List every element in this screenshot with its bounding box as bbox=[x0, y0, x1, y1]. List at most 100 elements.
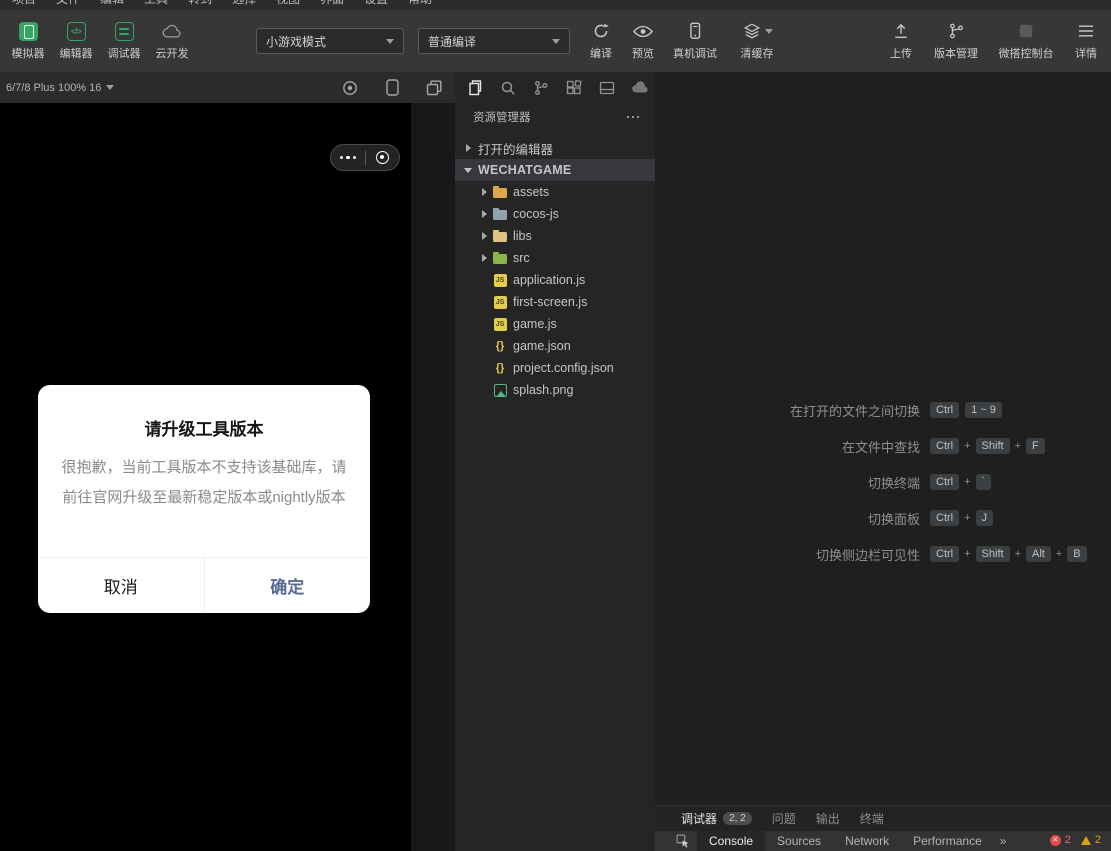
tree-item-game-json[interactable]: game.json bbox=[455, 335, 655, 357]
key-chip: Shift bbox=[975, 438, 1010, 454]
tree-item-cocos-js[interactable]: cocos-js bbox=[455, 203, 655, 225]
devtools-tab-console[interactable]: Console bbox=[697, 831, 766, 851]
cloud-dev-label: 云开发 bbox=[155, 48, 189, 60]
cancel-button[interactable]: 取消 bbox=[38, 558, 205, 613]
chevron-right-icon bbox=[481, 210, 487, 218]
layout-icon[interactable] bbox=[595, 75, 619, 101]
capsule-more-icon[interactable] bbox=[331, 145, 365, 170]
shortcut-row: 切换侧边栏可见性 Ctrl + Shift + Alt + B bbox=[655, 536, 1111, 572]
version-label: 版本管理 bbox=[934, 48, 978, 60]
main-toolbar: 模拟器 编辑器 调试器 云开发 小游戏模式 普通编译 编译 bbox=[0, 10, 1111, 72]
shortcut-label: 切换终端 bbox=[867, 475, 920, 491]
mode-select[interactable]: 小游戏模式 bbox=[256, 28, 404, 54]
menu-item[interactable]: 转到 bbox=[188, 0, 212, 9]
code-icon bbox=[66, 21, 86, 41]
preview-button[interactable]: 预览 bbox=[622, 13, 664, 69]
tree-item-libs[interactable]: libs bbox=[455, 225, 655, 247]
confirm-button[interactable]: 确定 bbox=[205, 558, 371, 613]
menu-item[interactable]: 设置 bbox=[364, 0, 388, 9]
compile-mode-select[interactable]: 普通编译 bbox=[418, 28, 570, 54]
file-tree: 打开的编辑器 WECHATGAME assets cocos-js libs s… bbox=[455, 137, 655, 401]
compile-refresh-icon bbox=[591, 21, 611, 41]
tab-output[interactable]: 输出 bbox=[806, 806, 850, 831]
tree-item-assets[interactable]: assets bbox=[455, 181, 655, 203]
menu-item[interactable]: 界面 bbox=[320, 0, 344, 9]
search-icon[interactable] bbox=[496, 75, 520, 101]
image-file-icon bbox=[493, 383, 507, 397]
files-icon[interactable] bbox=[463, 75, 487, 101]
menu-lines-icon bbox=[1076, 21, 1096, 41]
menu-item[interactable]: 编辑 bbox=[100, 0, 124, 9]
chevron-down-icon bbox=[764, 28, 773, 34]
more-tabs-chevron[interactable]: » bbox=[994, 831, 1013, 851]
error-counter[interactable]: 2 bbox=[1049, 834, 1071, 846]
tree-item-project-config-json[interactable]: project.config.json bbox=[455, 357, 655, 379]
details-button[interactable]: 详情 bbox=[1065, 13, 1107, 69]
key-chip: Ctrl bbox=[930, 510, 960, 526]
source-control-icon[interactable] bbox=[529, 75, 553, 101]
compile-button[interactable]: 编译 bbox=[580, 13, 622, 69]
devtools-tab-performance[interactable]: Performance bbox=[901, 831, 994, 851]
menu-item[interactable]: 选择 bbox=[232, 0, 256, 9]
version-button[interactable]: 版本管理 bbox=[925, 13, 987, 69]
shortcut-label: 切换侧边栏可见性 bbox=[815, 547, 920, 563]
menu-item[interactable]: 帮助 bbox=[408, 0, 432, 9]
key-chip: 1 ~ 9 bbox=[965, 402, 1002, 418]
open-editors-section[interactable]: 打开的编辑器 bbox=[455, 137, 655, 159]
eye-icon bbox=[633, 21, 653, 41]
cloud-dev-button[interactable]: 云开发 bbox=[148, 13, 196, 69]
debugger-button[interactable]: 调试器 bbox=[100, 13, 148, 69]
extensions-icon[interactable] bbox=[562, 75, 586, 101]
menu-item[interactable]: 项目 bbox=[12, 0, 36, 9]
simulator-label: 模拟器 bbox=[11, 48, 45, 60]
tree-item-src[interactable]: src bbox=[455, 247, 655, 269]
shortcut-row: 切换终端 Ctrl + ` bbox=[655, 464, 1111, 500]
inspect-element-icon[interactable] bbox=[669, 831, 697, 851]
more-actions-icon[interactable] bbox=[625, 112, 642, 123]
simulator-button[interactable]: 模拟器 bbox=[4, 13, 52, 69]
key-chip: Ctrl bbox=[930, 474, 960, 490]
windows-icon[interactable] bbox=[425, 79, 443, 97]
simulator-screen[interactable]: 请升级工具版本 很抱歉，当前工具版本不支持该基础库，请前往官网升级至最新稳定版本… bbox=[0, 103, 411, 851]
menu-item[interactable]: 工具 bbox=[144, 0, 168, 9]
devtools-tab-sources[interactable]: Sources bbox=[765, 831, 833, 851]
key-chip: F bbox=[1026, 438, 1045, 454]
record-icon[interactable] bbox=[341, 79, 359, 97]
upload-button[interactable]: 上传 bbox=[877, 13, 925, 69]
devtools-tab-network[interactable]: Network bbox=[833, 831, 901, 851]
device-debug-label: 真机调试 bbox=[673, 48, 717, 60]
menu-item[interactable]: 文件 bbox=[56, 0, 80, 9]
key-chip: Ctrl bbox=[930, 546, 960, 562]
tab-terminal[interactable]: 终端 bbox=[850, 806, 894, 831]
editor-button[interactable]: 编辑器 bbox=[52, 13, 100, 69]
device-select[interactable]: 6/7/8 Plus 100% 16 bbox=[6, 82, 115, 94]
mode-select-value: 小游戏模式 bbox=[266, 34, 327, 49]
clear-cache-button[interactable]: 清缓存 bbox=[726, 13, 788, 69]
tab-debugger[interactable]: 调试器 2, 2 bbox=[671, 806, 762, 831]
capsule-home-icon[interactable] bbox=[366, 145, 400, 170]
tree-item-application-js[interactable]: application.js bbox=[455, 269, 655, 291]
tab-problems[interactable]: 问题 bbox=[762, 806, 806, 831]
tree-item-game-js[interactable]: game.js bbox=[455, 313, 655, 335]
menu-item[interactable]: 视图 bbox=[276, 0, 300, 9]
shortcut-label: 在文件中查找 bbox=[841, 439, 920, 455]
tree-item-first-screen-js[interactable]: first-screen.js bbox=[455, 291, 655, 313]
chevron-down-icon bbox=[106, 85, 115, 90]
compile-select-value: 普通编译 bbox=[428, 34, 477, 49]
devtools-tab-bar: Console Sources Network Performance » 2 … bbox=[655, 831, 1111, 851]
device-debug-button[interactable]: 真机调试 bbox=[664, 13, 726, 69]
weda-console-button[interactable]: 微搭控制台 bbox=[987, 13, 1065, 69]
key-chip: ` bbox=[975, 474, 992, 490]
warning-icon bbox=[1080, 835, 1091, 845]
simulator-header: 6/7/8 Plus 100% 16 bbox=[0, 72, 455, 103]
json-file-icon bbox=[493, 361, 507, 375]
warning-counter[interactable]: 2 bbox=[1080, 834, 1101, 846]
cloud-sync-icon[interactable] bbox=[628, 75, 652, 101]
branch-icon bbox=[946, 21, 966, 41]
chevron-right-icon bbox=[465, 144, 471, 152]
phone-icon[interactable] bbox=[383, 79, 401, 97]
tree-item-splash-png[interactable]: splash.png bbox=[455, 379, 655, 401]
simulator-panel: 6/7/8 Plus 100% 16 请升级工具版本 很抱歉，当前工具版本不支持… bbox=[0, 72, 455, 851]
folder-icon bbox=[493, 251, 507, 265]
project-root-section[interactable]: WECHATGAME bbox=[455, 159, 655, 181]
